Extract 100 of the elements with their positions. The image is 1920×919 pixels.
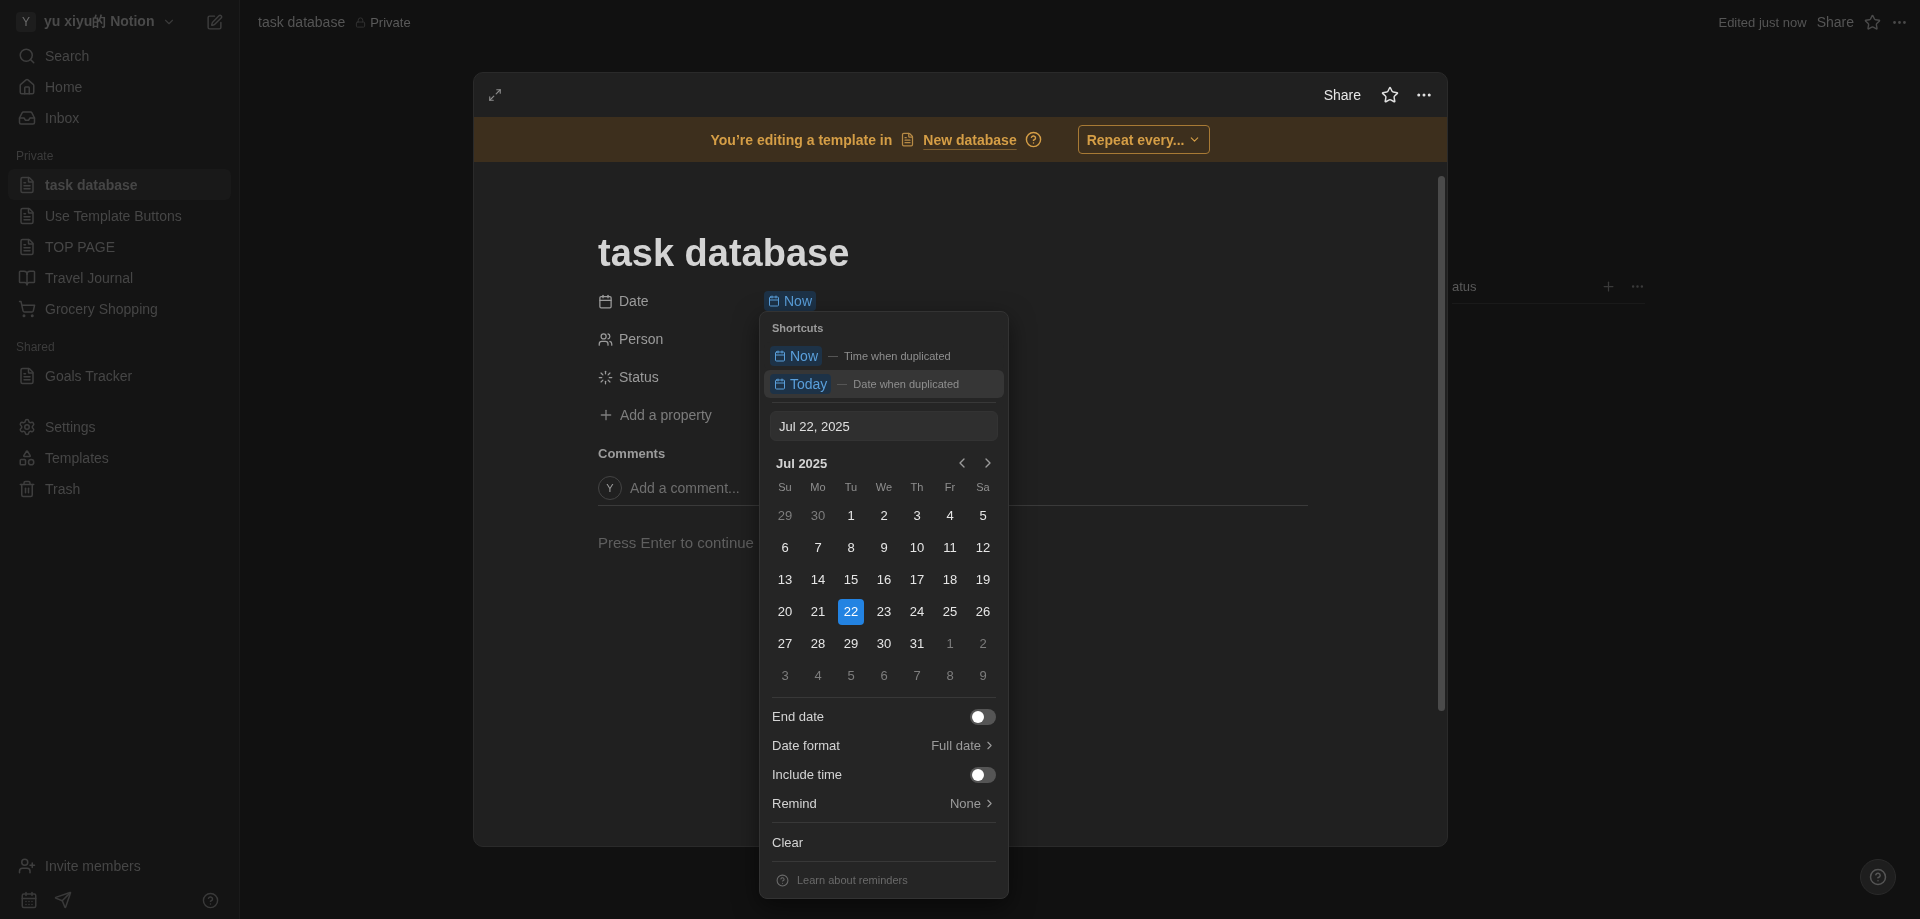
help-icon[interactable]: [1024, 131, 1042, 148]
column-header: atus: [1452, 279, 1477, 294]
calendar-day[interactable]: 30: [805, 503, 831, 529]
calendar-day[interactable]: 1: [838, 503, 864, 529]
clear-button[interactable]: Clear: [764, 827, 1004, 857]
weekday-label: Th: [909, 480, 925, 495]
calendar-icon: [598, 293, 613, 309]
calendar-day[interactable]: 17: [904, 567, 930, 593]
calendar-day[interactable]: 2: [871, 503, 897, 529]
weekday-label: Sa: [975, 480, 991, 495]
calendar-day[interactable]: 7: [805, 535, 831, 561]
toggle-switch[interactable]: [970, 708, 996, 725]
trash-icon: [18, 479, 36, 498]
shortcut-hint: Time when duplicated: [844, 350, 951, 362]
calendar-day[interactable]: 13: [772, 567, 798, 593]
setting-label: Remind: [772, 796, 817, 811]
toggle-switch[interactable]: [970, 766, 996, 783]
calendar-day[interactable]: 28: [805, 631, 831, 657]
setting-label: Include time: [772, 767, 843, 782]
date-field[interactable]: Jul 22, 2025: [770, 411, 998, 441]
calendar-day[interactable]: 21: [805, 599, 831, 625]
calendar-day[interactable]: 25: [937, 599, 963, 625]
help-icon: [776, 873, 789, 887]
page-icon: [18, 206, 36, 225]
help-button[interactable]: [1860, 859, 1896, 895]
shortcut-option[interactable]: Today Date when duplicated: [764, 370, 1004, 398]
expand-icon[interactable]: [488, 88, 502, 102]
database-link[interactable]: New database: [923, 131, 1017, 148]
book-icon: [18, 268, 36, 287]
date-value[interactable]: Now: [764, 291, 816, 311]
calendar-icon[interactable]: [20, 891, 38, 909]
setting-label: End date: [772, 709, 825, 724]
reminders-help-link[interactable]: Learn about reminders: [764, 866, 1004, 894]
page-icon: [18, 175, 36, 194]
weekday-label: Tu: [843, 480, 859, 495]
repeat-button[interactable]: Repeat every...: [1077, 125, 1211, 154]
setting-value[interactable]: Full date: [931, 738, 996, 753]
calendar-day[interactable]: 4: [805, 663, 831, 689]
calendar-day[interactable]: 11: [937, 535, 963, 561]
scrollbar-thumb[interactable]: [1438, 176, 1445, 711]
calendar-day[interactable]: 8: [937, 663, 963, 689]
plus-icon[interactable]: [1601, 279, 1616, 294]
calendar-day[interactable]: 29: [838, 631, 864, 657]
property-label[interactable]: Date: [598, 293, 649, 309]
setting-label: Date format: [772, 738, 840, 753]
send-icon[interactable]: [54, 891, 72, 909]
calendar-day[interactable]: 3: [772, 663, 798, 689]
calendar-day[interactable]: 26: [970, 599, 996, 625]
calendar-day[interactable]: 3: [904, 503, 930, 529]
weekday-label: Su: [777, 480, 793, 495]
calendar-day[interactable]: 10: [904, 535, 930, 561]
star-icon[interactable]: [1864, 13, 1881, 31]
setting-value[interactable]: None: [949, 796, 996, 811]
calendar-day[interactable]: 6: [772, 535, 798, 561]
calendar-day[interactable]: 15: [838, 567, 864, 593]
calendar-day[interactable]: 5: [970, 503, 996, 529]
calendar-icon: [774, 378, 786, 390]
new-page-icon[interactable]: [206, 13, 223, 31]
calendar-icon: [774, 350, 786, 362]
calendar-day[interactable]: 9: [871, 535, 897, 561]
month-label: Jul 2025: [776, 455, 828, 471]
calendar-day[interactable]: 22: [838, 599, 864, 625]
calendar-day[interactable]: 18: [937, 567, 963, 593]
calendar-day[interactable]: 29: [772, 503, 798, 529]
calendar-day[interactable]: 4: [937, 503, 963, 529]
page-title[interactable]: task database: [598, 232, 1447, 280]
property-label[interactable]: Status: [598, 369, 659, 385]
page-icon: [900, 132, 916, 147]
add-property-button[interactable]: Add a property: [598, 396, 712, 434]
comment-field[interactable]: Add a comment...: [630, 479, 742, 496]
calendar-day[interactable]: 24: [904, 599, 930, 625]
property-label[interactable]: Person: [598, 331, 664, 347]
calendar-day[interactable]: 1: [937, 631, 963, 657]
workspace-avatar[interactable]: Y: [16, 12, 36, 32]
calendar-day[interactable]: 12: [970, 535, 996, 561]
calendar-day[interactable]: 6: [871, 663, 897, 689]
shortcuts-heading: Shortcuts: [771, 321, 825, 336]
comments-heading: Comments: [598, 446, 666, 463]
calendar-day[interactable]: 7: [904, 663, 930, 689]
calendar-day[interactable]: 23: [871, 599, 897, 625]
weekday-label: Mo: [809, 480, 827, 495]
calendar-day[interactable]: 31: [904, 631, 930, 657]
calendar-day[interactable]: 14: [805, 567, 831, 593]
calendar-day[interactable]: 2: [970, 631, 996, 657]
page-icon: [18, 366, 36, 385]
share-button[interactable]: Share: [1323, 87, 1361, 103]
calendar-day[interactable]: 5: [838, 663, 864, 689]
weekday-label: Fr: [943, 480, 957, 495]
calendar-day[interactable]: 19: [970, 567, 996, 593]
calendar-day[interactable]: 16: [871, 567, 897, 593]
calendar-day[interactable]: 20: [772, 599, 798, 625]
calendar-day[interactable]: 9: [970, 663, 996, 689]
status-icon: [598, 369, 613, 385]
settings-icon: [18, 417, 36, 436]
calendar-day[interactable]: 27: [772, 631, 798, 657]
help-icon: [1869, 868, 1887, 886]
search-icon: [18, 46, 36, 65]
calendar-day[interactable]: 30: [871, 631, 897, 657]
calendar-day[interactable]: 8: [838, 535, 864, 561]
user-plus-icon: [18, 856, 36, 875]
